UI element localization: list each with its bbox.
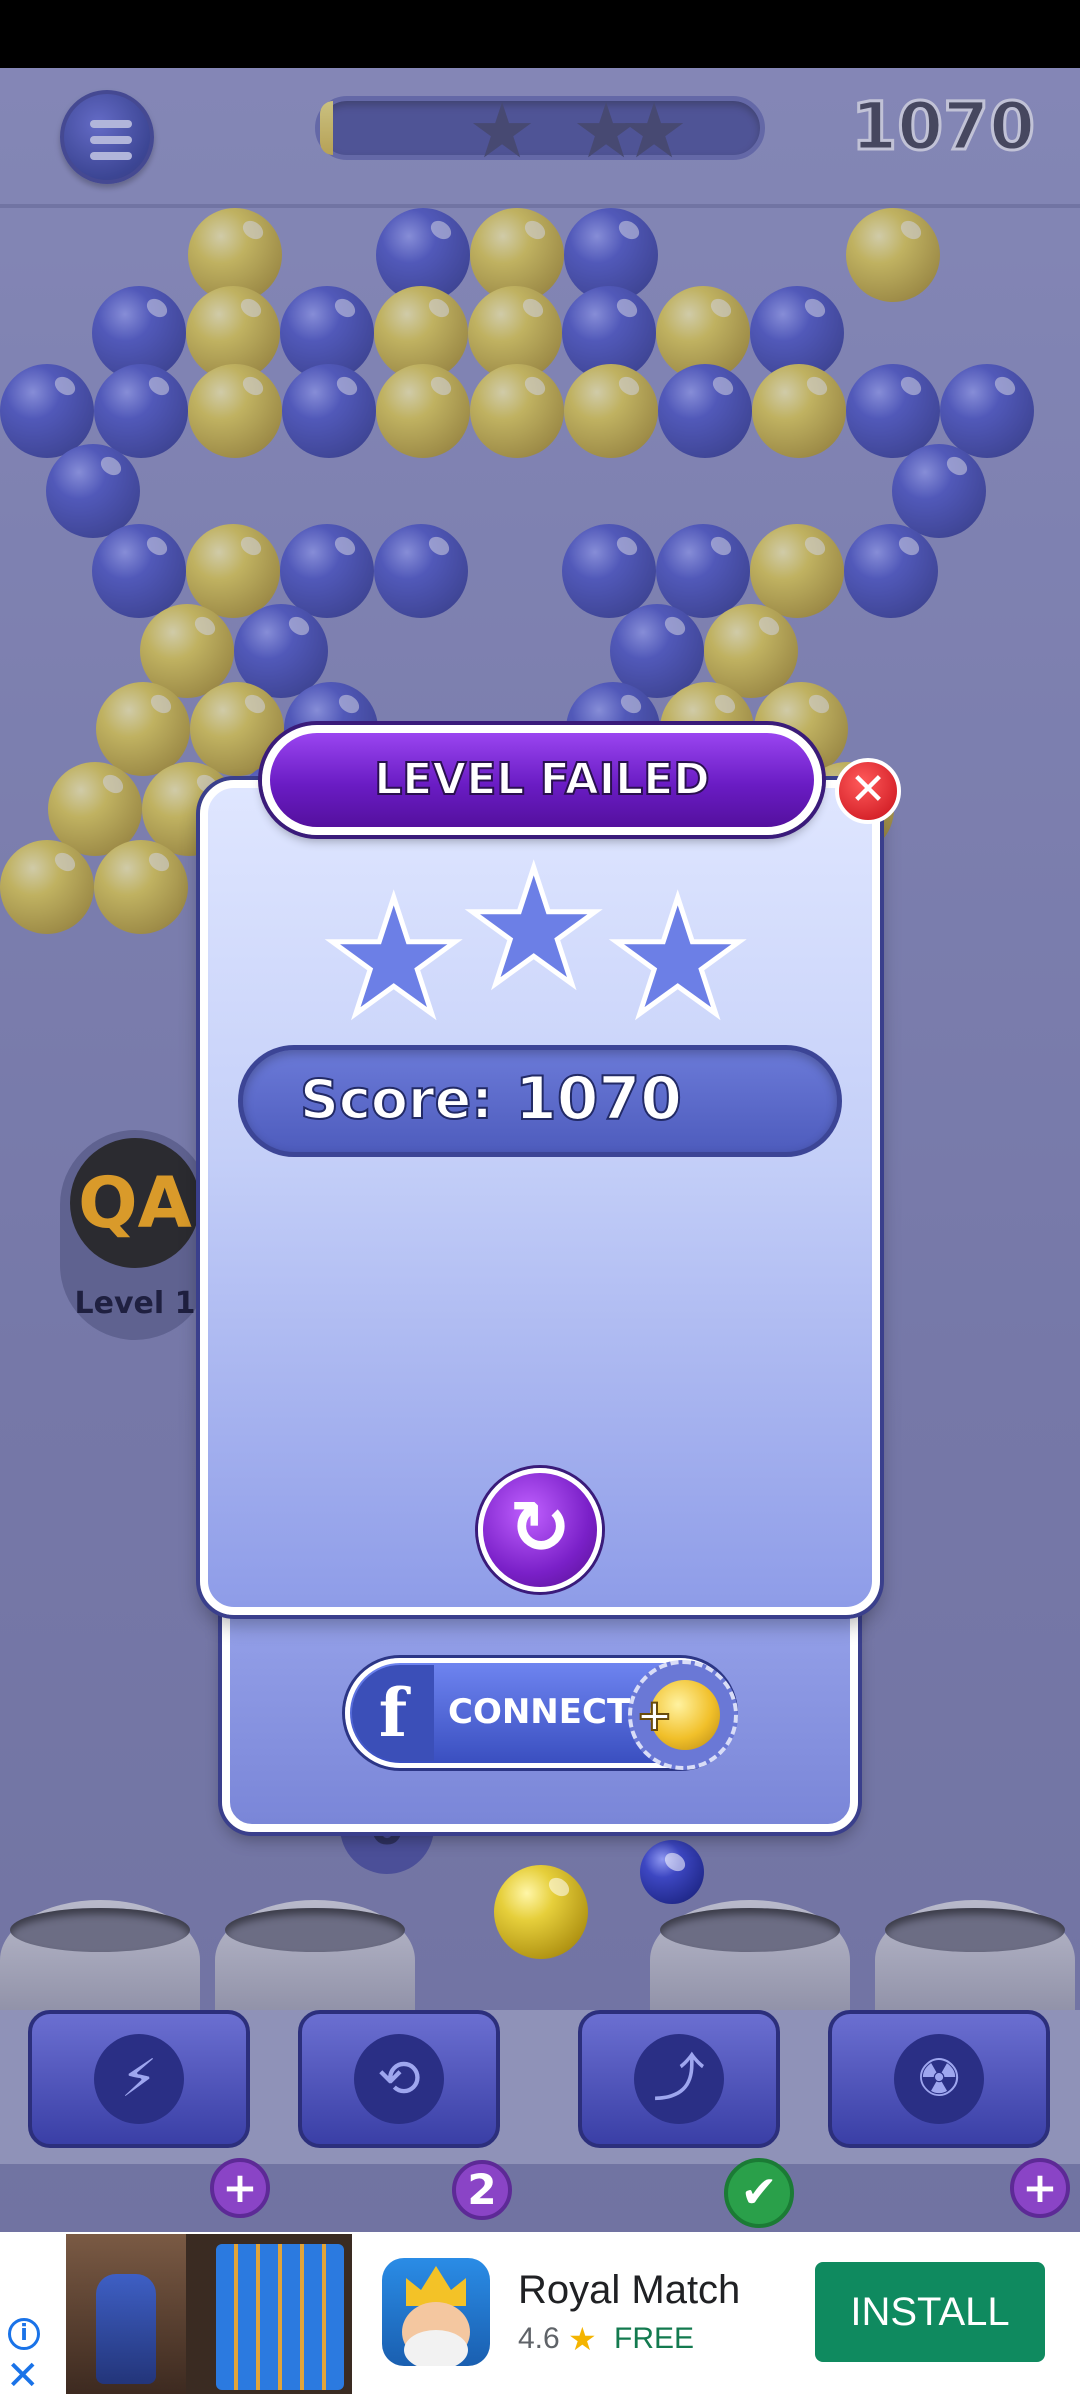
ad-info-icon[interactable]: i bbox=[8, 2318, 40, 2350]
swap-icon: ⟲ bbox=[354, 2034, 444, 2124]
ad-app-title[interactable]: Royal Match bbox=[518, 2268, 740, 2313]
lightning-icon: ⚡ bbox=[94, 2034, 184, 2124]
add-booster-button[interactable]: + bbox=[210, 2158, 270, 2218]
bubble-pot bbox=[875, 1900, 1075, 2020]
retry-button[interactable]: ↻ bbox=[478, 1468, 602, 1592]
bubble-pot bbox=[650, 1900, 850, 2020]
next-bubble[interactable] bbox=[640, 1840, 704, 1904]
ad-price: FREE bbox=[614, 2322, 695, 2355]
score-value: 1070 bbox=[514, 1063, 683, 1135]
player-level-label: Level 1 bbox=[74, 1286, 196, 1321]
ad-rating: 4.6 bbox=[518, 2322, 560, 2355]
crown-icon bbox=[406, 2266, 466, 2306]
dialog-title: LEVEL FAILED bbox=[262, 725, 822, 835]
connect-label: CONNECT bbox=[448, 1692, 631, 1732]
close-button[interactable]: ✕ bbox=[835, 758, 901, 824]
add-booster-button[interactable]: + bbox=[1010, 2158, 1070, 2218]
bomb-booster[interactable]: ☢ bbox=[828, 2010, 1050, 2148]
aim-icon: ⤴ bbox=[634, 2034, 724, 2124]
puzzle-board-image bbox=[216, 2244, 344, 2390]
rating-star-icon: ★ bbox=[603, 864, 751, 1051]
bubble-pot bbox=[0, 1900, 200, 2020]
knight-figure bbox=[96, 2274, 156, 2384]
app-icon[interactable] bbox=[382, 2258, 490, 2366]
rating-star-icon: ★ bbox=[319, 864, 467, 1051]
ad-close-icon[interactable]: ✕ bbox=[6, 2356, 40, 2396]
install-button[interactable]: INSTALL bbox=[815, 2262, 1045, 2362]
aim-booster[interactable]: ⤴ bbox=[578, 2010, 780, 2148]
radiation-icon: ☢ bbox=[894, 2034, 984, 2124]
swap-booster[interactable]: ⟲ bbox=[298, 2010, 500, 2148]
shooter-bubble[interactable] bbox=[494, 1865, 588, 1959]
ad-media-image[interactable] bbox=[66, 2234, 352, 2394]
lightning-booster[interactable]: ⚡ bbox=[28, 2010, 250, 2148]
status-bar bbox=[0, 0, 1080, 68]
plus-icon: + bbox=[635, 1689, 674, 1742]
booster-count-badge: 2 bbox=[452, 2160, 512, 2220]
avatar: QA bbox=[70, 1138, 200, 1268]
check-icon: ✔ bbox=[724, 2158, 794, 2228]
score-label: Score: bbox=[299, 1067, 494, 1132]
bubble-pot bbox=[215, 1900, 415, 2020]
star-icon: ★ bbox=[568, 2320, 597, 2358]
rating-star-icon: ★ bbox=[459, 834, 607, 1021]
